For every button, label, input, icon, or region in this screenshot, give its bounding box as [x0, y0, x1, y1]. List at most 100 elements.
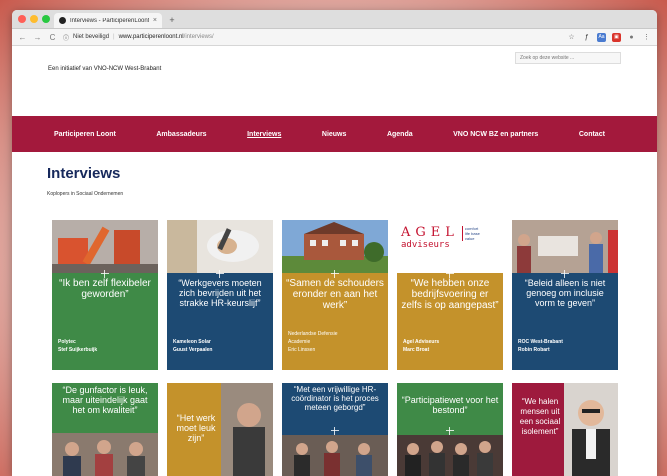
extension-icons: ☆ ƒ Aa ▣ ● ⋮ [567, 32, 651, 42]
nav-item-ambassadeurs[interactable]: Ambassadeurs [156, 131, 206, 138]
url-host: www.participerenloont.nl [118, 34, 184, 40]
card-person: Guust Verpaalen [173, 347, 213, 353]
interview-card-polytec[interactable]: “Ik ben zelf flexibeler geworden” Polyte… [52, 220, 158, 370]
card-quote: “Werkgevers moeten zich bevrijden uit he… [178, 278, 262, 308]
agel-logo-main: AGEL [401, 225, 459, 240]
nav-item-contact[interactable]: Contact [579, 131, 605, 138]
new-tab-button[interactable]: + [166, 14, 178, 26]
card-quote: “We halen mensen uit een sociaal isoleme… [519, 397, 561, 436]
main-content: Interviews Koplopers in Sociaal Ondernem… [12, 152, 657, 476]
card-quote: “Beleid alleen is niet genoeg om inclusi… [524, 278, 606, 308]
card-org: Nederlandse Defensie Academie [288, 331, 338, 345]
tab-close-icon[interactable]: × [153, 17, 157, 24]
translate-icon[interactable]: Aa [597, 32, 606, 42]
interview-card-kameleon-solar[interactable]: “Werkgevers moeten zich bevrijden uit he… [167, 220, 273, 370]
reload-button[interactable]: C [48, 33, 57, 42]
card-person: Robin Robart [518, 347, 550, 353]
robot-arm-image [52, 220, 158, 273]
person-photo-image [564, 383, 618, 476]
browser-window: Interviews - ParticiperenLoont × + ← → C… [12, 10, 657, 476]
card-org: Polytec [58, 339, 76, 345]
card-photo [282, 220, 388, 273]
security-label: Niet beveiligd [73, 34, 110, 40]
site-header: Een initiatief van VNO-NCW West-Brabant [12, 46, 657, 116]
interview-card-participatiewet[interactable]: “Participatiewet voor het bestond” [397, 383, 503, 476]
agel-logo-sub: adviseurs [401, 240, 450, 250]
tab-title: Interviews - ParticiperenLoont [70, 17, 149, 24]
font-icon[interactable]: ƒ [582, 33, 591, 42]
extension-icon[interactable]: ▣ [612, 32, 621, 42]
agel-logo: AGEL adviseurs comfort life base value [401, 225, 499, 251]
group-photo-image [512, 220, 618, 273]
site-search-input[interactable] [515, 52, 621, 64]
card-quote: “Participatiewet voor het bestond” [401, 395, 499, 415]
cross-marker-icon [446, 270, 454, 278]
building-image [282, 220, 388, 273]
page-title: Interviews [47, 165, 121, 182]
info-icon[interactable]: ⓘ [63, 33, 69, 42]
card-person: Marc Broat [403, 347, 430, 353]
browser-tab[interactable]: Interviews - ParticiperenLoont × [54, 13, 162, 28]
interview-card-agel-adviseurs[interactable]: AGEL adviseurs comfort life base value “… [397, 220, 503, 370]
cross-marker-icon [331, 270, 339, 278]
card-logo: AGEL adviseurs comfort life base value [397, 220, 503, 273]
card-quote: “De gunfactor is leuk, maar uiteindelijk… [52, 383, 158, 433]
cross-marker-icon [216, 270, 224, 278]
star-icon[interactable]: ☆ [567, 33, 576, 42]
card-org: ROC West-Brabant [518, 339, 563, 345]
nav-item-participeren-loont[interactable]: Participeren Loont [54, 131, 116, 138]
page-subtitle: Koplopers in Sociaal Ondernemen [47, 191, 124, 197]
main-navigation: Participeren Loont Ambassadeurs Intervie… [12, 116, 657, 152]
card-quote: “Het werk moet leuk zijn” [176, 413, 216, 443]
interview-card-roc-west-brabant[interactable]: “Beleid alleen is niet genoeg om inclusi… [512, 220, 618, 370]
card-quote: “Met een vrijwillige HR-coördinator is h… [291, 385, 379, 412]
window-controls [18, 15, 50, 23]
card-photo [52, 220, 158, 273]
forward-button[interactable]: → [33, 33, 42, 42]
card-person: Stef Suijkerbuijk [58, 347, 98, 353]
cross-marker-icon [101, 270, 109, 278]
card-meta: Polytec Stef Suijkerbuijk [58, 338, 97, 354]
favicon-icon [59, 17, 66, 24]
interview-card-sociaal-isolement[interactable]: “We halen mensen uit een sociaal isoleme… [512, 383, 618, 476]
card-person: Eric Linssen [288, 347, 316, 353]
nav-item-vno-ncw-bz-partners[interactable]: VNO NCW BZ en partners [453, 131, 538, 138]
card-quote: “Ik ben zelf flexibeler geworden” [59, 278, 151, 300]
url-path: /interviews/ [183, 34, 214, 40]
close-window-icon[interactable] [18, 15, 26, 23]
group-photo-image [52, 433, 158, 476]
interview-card-werk-leuk[interactable]: “Het werk moet leuk zijn” [167, 383, 273, 476]
maximize-window-icon[interactable] [42, 15, 50, 23]
interview-card-gunfactor[interactable]: “De gunfactor is leuk, maar uiteindelijk… [52, 383, 158, 476]
card-meta: Agel Adviseurs Marc Broat [403, 338, 439, 354]
meeting-photo-image [282, 435, 388, 476]
nav-item-agenda[interactable]: Agenda [387, 131, 413, 138]
card-org: Kameleon Solar [173, 339, 211, 345]
site-tagline: Een initiatief van VNO-NCW West-Brabant [48, 66, 162, 72]
cross-marker-icon [561, 270, 569, 278]
handshake-image [167, 220, 273, 273]
nav-item-interviews[interactable]: Interviews [247, 131, 281, 138]
url-separator: | [113, 34, 115, 40]
cross-marker-icon [331, 427, 339, 435]
group-photo-image [397, 435, 503, 476]
minimize-window-icon[interactable] [30, 15, 38, 23]
cross-marker-icon [446, 427, 454, 435]
card-meta: Nederlandse Defensie Academie Eric Linss… [288, 330, 358, 354]
card-org: Agel Adviseurs [403, 339, 440, 345]
card-photo [512, 220, 618, 273]
card-meta: ROC West-Brabant Robin Robart [518, 338, 563, 354]
nav-item-nieuws[interactable]: Nieuws [322, 131, 347, 138]
tab-bar: Interviews - ParticiperenLoont × + [12, 10, 657, 29]
interview-card-hr-coordinator[interactable]: “Met een vrijwillige HR-coördinator is h… [282, 383, 388, 476]
address-bar[interactable]: ⓘ Niet beveiligd | www.participerenloont… [63, 33, 561, 42]
card-quote: “We hebben onze bedrijfsvoering er zelfs… [401, 278, 499, 311]
browser-toolbar: ← → C ⓘ Niet beveiligd | www.participere… [12, 29, 657, 46]
back-button[interactable]: ← [18, 33, 27, 42]
menu-icon[interactable]: ⋮ [642, 33, 651, 42]
profile-icon[interactable]: ● [627, 33, 636, 42]
person-photo-image [221, 383, 273, 476]
card-meta: Kameleon Solar Guust Verpaalen [173, 338, 212, 354]
agel-logo-tag: comfort life base value [461, 226, 480, 241]
interview-card-defensie-academie[interactable]: “Samen de schouders eronder en aan het w… [282, 220, 388, 370]
